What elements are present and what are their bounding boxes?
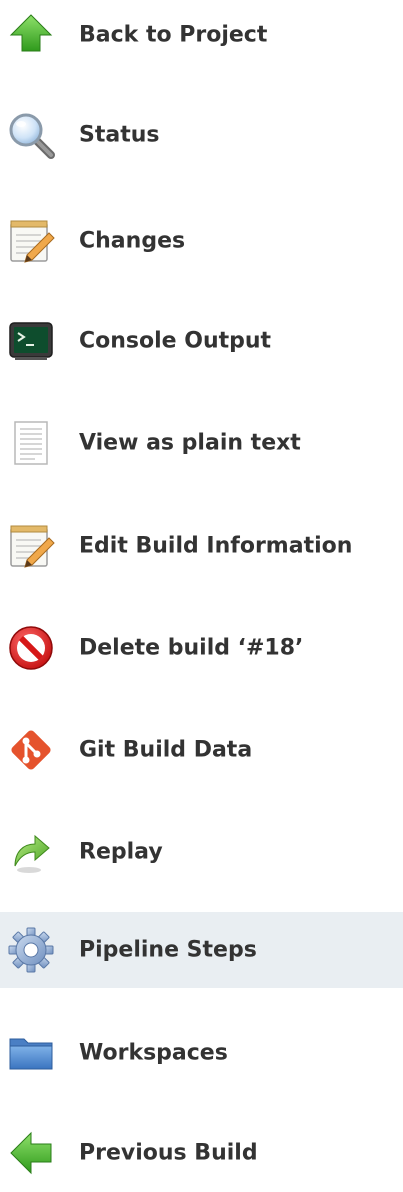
side-panel-tasks: Back to Project Status Changes Console O… [0, 0, 403, 1192]
task-label: Delete build ‘#18’ [79, 635, 304, 661]
task-console-output[interactable]: Console Output [0, 306, 403, 376]
task-back-to-project[interactable]: Back to Project [0, 0, 403, 70]
task-previous-build[interactable]: Previous Build [0, 1118, 403, 1188]
up-arrow-icon [5, 9, 57, 61]
document-icon [5, 417, 57, 469]
task-changes[interactable]: Changes [0, 206, 403, 276]
task-label: Back to Project [79, 22, 268, 48]
task-label: Status [79, 122, 160, 148]
task-label: Previous Build [79, 1140, 258, 1166]
git-icon [5, 724, 57, 776]
task-label: Replay [79, 839, 163, 865]
task-workspaces[interactable]: Workspaces [0, 1018, 403, 1088]
task-label: Changes [79, 228, 186, 254]
redo-arrow-icon [5, 826, 57, 878]
task-label: Console Output [79, 328, 272, 354]
task-delete-build[interactable]: Delete build ‘#18’ [0, 613, 403, 683]
task-replay[interactable]: Replay [0, 817, 403, 887]
task-pipeline-steps[interactable]: Pipeline Steps [0, 912, 403, 988]
task-label: Pipeline Steps [79, 937, 257, 963]
notepad-icon [5, 215, 57, 267]
notepad-icon [5, 520, 57, 572]
task-edit-build-information[interactable]: Edit Build Information [0, 511, 403, 581]
task-label: Git Build Data [79, 737, 253, 763]
search-icon [5, 109, 57, 161]
terminal-icon [5, 315, 57, 367]
no-entry-icon [5, 622, 57, 674]
folder-icon [5, 1027, 57, 1079]
task-label: View as plain text [79, 430, 301, 456]
gear-icon [5, 924, 57, 976]
task-git-build-data[interactable]: Git Build Data [0, 715, 403, 785]
task-label: Workspaces [79, 1040, 228, 1066]
task-status[interactable]: Status [0, 100, 403, 170]
task-view-as-plain-text[interactable]: View as plain text [0, 408, 403, 478]
left-arrow-icon [5, 1127, 57, 1179]
task-label: Edit Build Information [79, 533, 353, 559]
